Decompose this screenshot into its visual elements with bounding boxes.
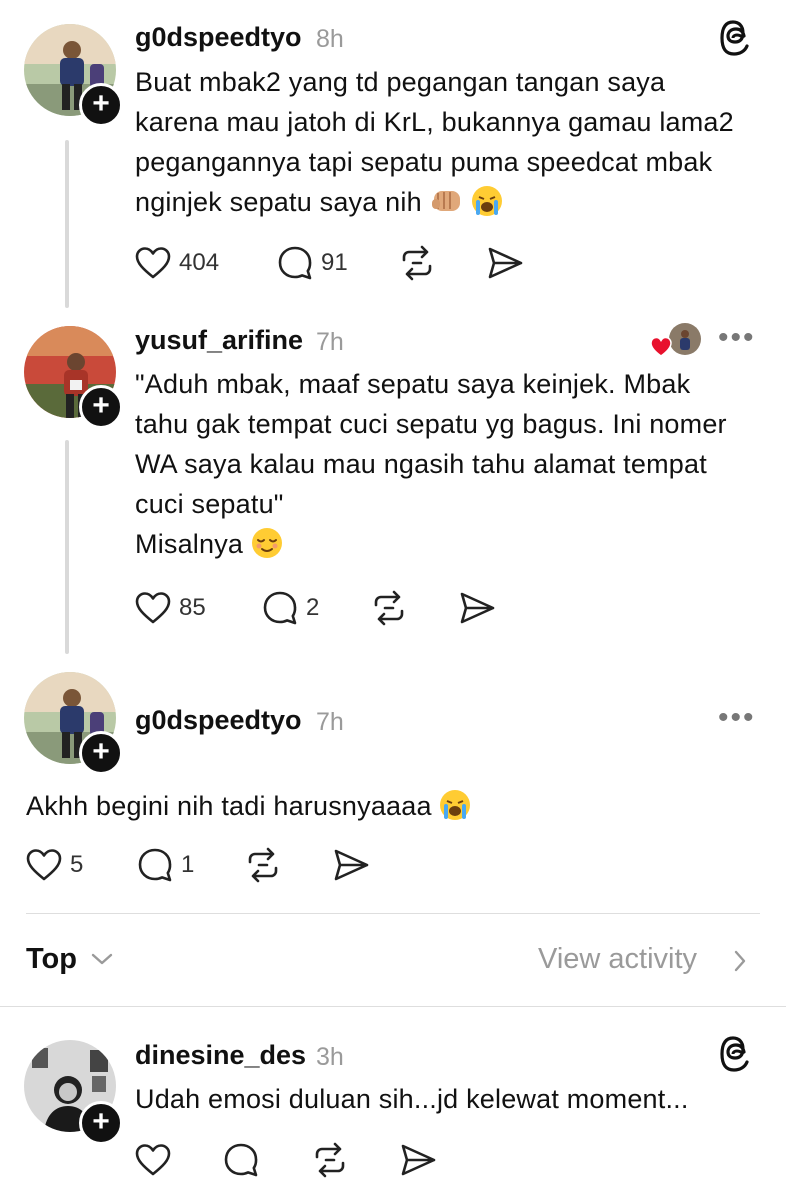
username[interactable]: g0dspeedtyo [135, 705, 302, 736]
comment-icon [137, 847, 173, 883]
comment-icon [262, 590, 298, 626]
divider [26, 913, 760, 914]
comment-button[interactable]: 1 [137, 847, 194, 883]
repost-icon [311, 1141, 349, 1179]
share-button[interactable] [332, 848, 370, 882]
share-button[interactable] [399, 1143, 437, 1177]
post-text-line: nginjek sepatu saya nih [135, 182, 765, 228]
post-text-line: Akhh begini nih tadi harusnyaaaa [26, 786, 756, 832]
post-text-line: cuci sepatu" [135, 489, 284, 519]
repost-icon [398, 244, 436, 282]
repost-button[interactable] [244, 846, 282, 884]
like-button[interactable]: 404 [135, 246, 219, 280]
comment-count: 91 [321, 249, 348, 276]
send-icon [486, 246, 524, 280]
post-text-line: karena mau jatoh di KrL, bukannya gamau … [135, 107, 734, 137]
heart-icon [135, 1143, 171, 1177]
like-button[interactable]: 85 [135, 591, 206, 625]
like-count: 5 [70, 851, 84, 878]
relieved-emoji [251, 527, 283, 570]
chevron-down-icon[interactable] [91, 952, 113, 971]
post-text: Akhh begini nih tadi harusnyaaaa [26, 786, 756, 832]
liked-by-author-badge [650, 322, 703, 363]
post-text-line: pegangannya tapi sepatu puma speedcat mb… [135, 147, 713, 177]
more-dots-icon[interactable]: ••• [718, 703, 756, 733]
repost-icon [370, 589, 408, 627]
like-count: 404 [179, 249, 220, 276]
reply-text: Udah emosi duluan sih...jd kelewat momen… [135, 1084, 689, 1114]
chevron-right-icon[interactable] [733, 950, 747, 977]
timestamp: 7h [316, 328, 344, 356]
post-text-line: "Aduh mbak, maaf sepatu saya keinjek. Mb… [135, 369, 691, 399]
comment-count: 2 [306, 594, 320, 621]
post-text-line: Buat mbak2 yang td pegangan tangan saya [135, 67, 666, 97]
post-text-line-content: Misalnya [135, 529, 244, 559]
post-text-line-content: nginjek sepatu saya nih [135, 187, 422, 217]
post-text-line: tahu gak tempat cuci sepatu yg bagus. In… [135, 409, 727, 439]
repost-button[interactable] [370, 589, 408, 627]
comment-icon [277, 245, 313, 281]
heart-icon [135, 246, 171, 280]
comment-icon [223, 1142, 259, 1178]
post-text-content: Akhh begini nih tadi harusnyaaaa [26, 791, 432, 821]
threads-logo-icon[interactable] [719, 20, 753, 61]
post-text: Buat mbak2 yang td pegangan tangan saya … [135, 62, 765, 228]
share-button[interactable] [458, 591, 496, 625]
follow-plus-button[interactable]: + [79, 385, 123, 429]
threads-logo-icon[interactable] [719, 1036, 753, 1077]
repost-button[interactable] [311, 1141, 349, 1179]
share-button[interactable] [486, 246, 524, 280]
like-count: 85 [179, 594, 206, 621]
send-icon [399, 1143, 437, 1177]
fist-emoji [430, 185, 464, 228]
comment-button[interactable]: 2 [262, 590, 319, 626]
send-icon [332, 848, 370, 882]
post-text: "Aduh mbak, maaf sepatu saya keinjek. Mb… [135, 364, 765, 570]
repost-icon [244, 846, 282, 884]
thread-line [65, 440, 69, 654]
follow-plus-button[interactable]: + [79, 731, 123, 775]
follow-plus-button[interactable]: + [79, 83, 123, 127]
username[interactable]: g0dspeedtyo [135, 22, 302, 53]
post-text-line: WA saya kalau mau ngasih tahu alamat tem… [135, 449, 707, 479]
heart-icon [26, 848, 62, 882]
like-button[interactable] [135, 1143, 171, 1177]
like-button[interactable]: 5 [26, 848, 83, 882]
username[interactable]: yusuf_arifine [135, 325, 303, 356]
sort-dropdown-label[interactable]: Top [26, 943, 77, 976]
thread-line [65, 140, 69, 308]
comment-count: 1 [181, 851, 195, 878]
divider [0, 1006, 786, 1007]
comment-button[interactable] [223, 1142, 259, 1178]
post-text-line: Misalnya [135, 524, 765, 570]
timestamp: 3h [316, 1043, 344, 1071]
comment-button[interactable]: 91 [277, 245, 348, 281]
repost-button[interactable] [398, 244, 436, 282]
timestamp: 8h [316, 25, 344, 53]
crying-emoji [471, 185, 503, 228]
view-activity-link[interactable]: View activity [538, 943, 697, 976]
timestamp: 7h [316, 708, 344, 736]
username[interactable]: dinesine_des [135, 1040, 306, 1071]
send-icon [458, 591, 496, 625]
more-dots-icon[interactable]: ••• [718, 323, 756, 353]
crying-emoji [439, 789, 471, 832]
follow-plus-button[interactable]: + [79, 1101, 123, 1145]
heart-icon [135, 591, 171, 625]
